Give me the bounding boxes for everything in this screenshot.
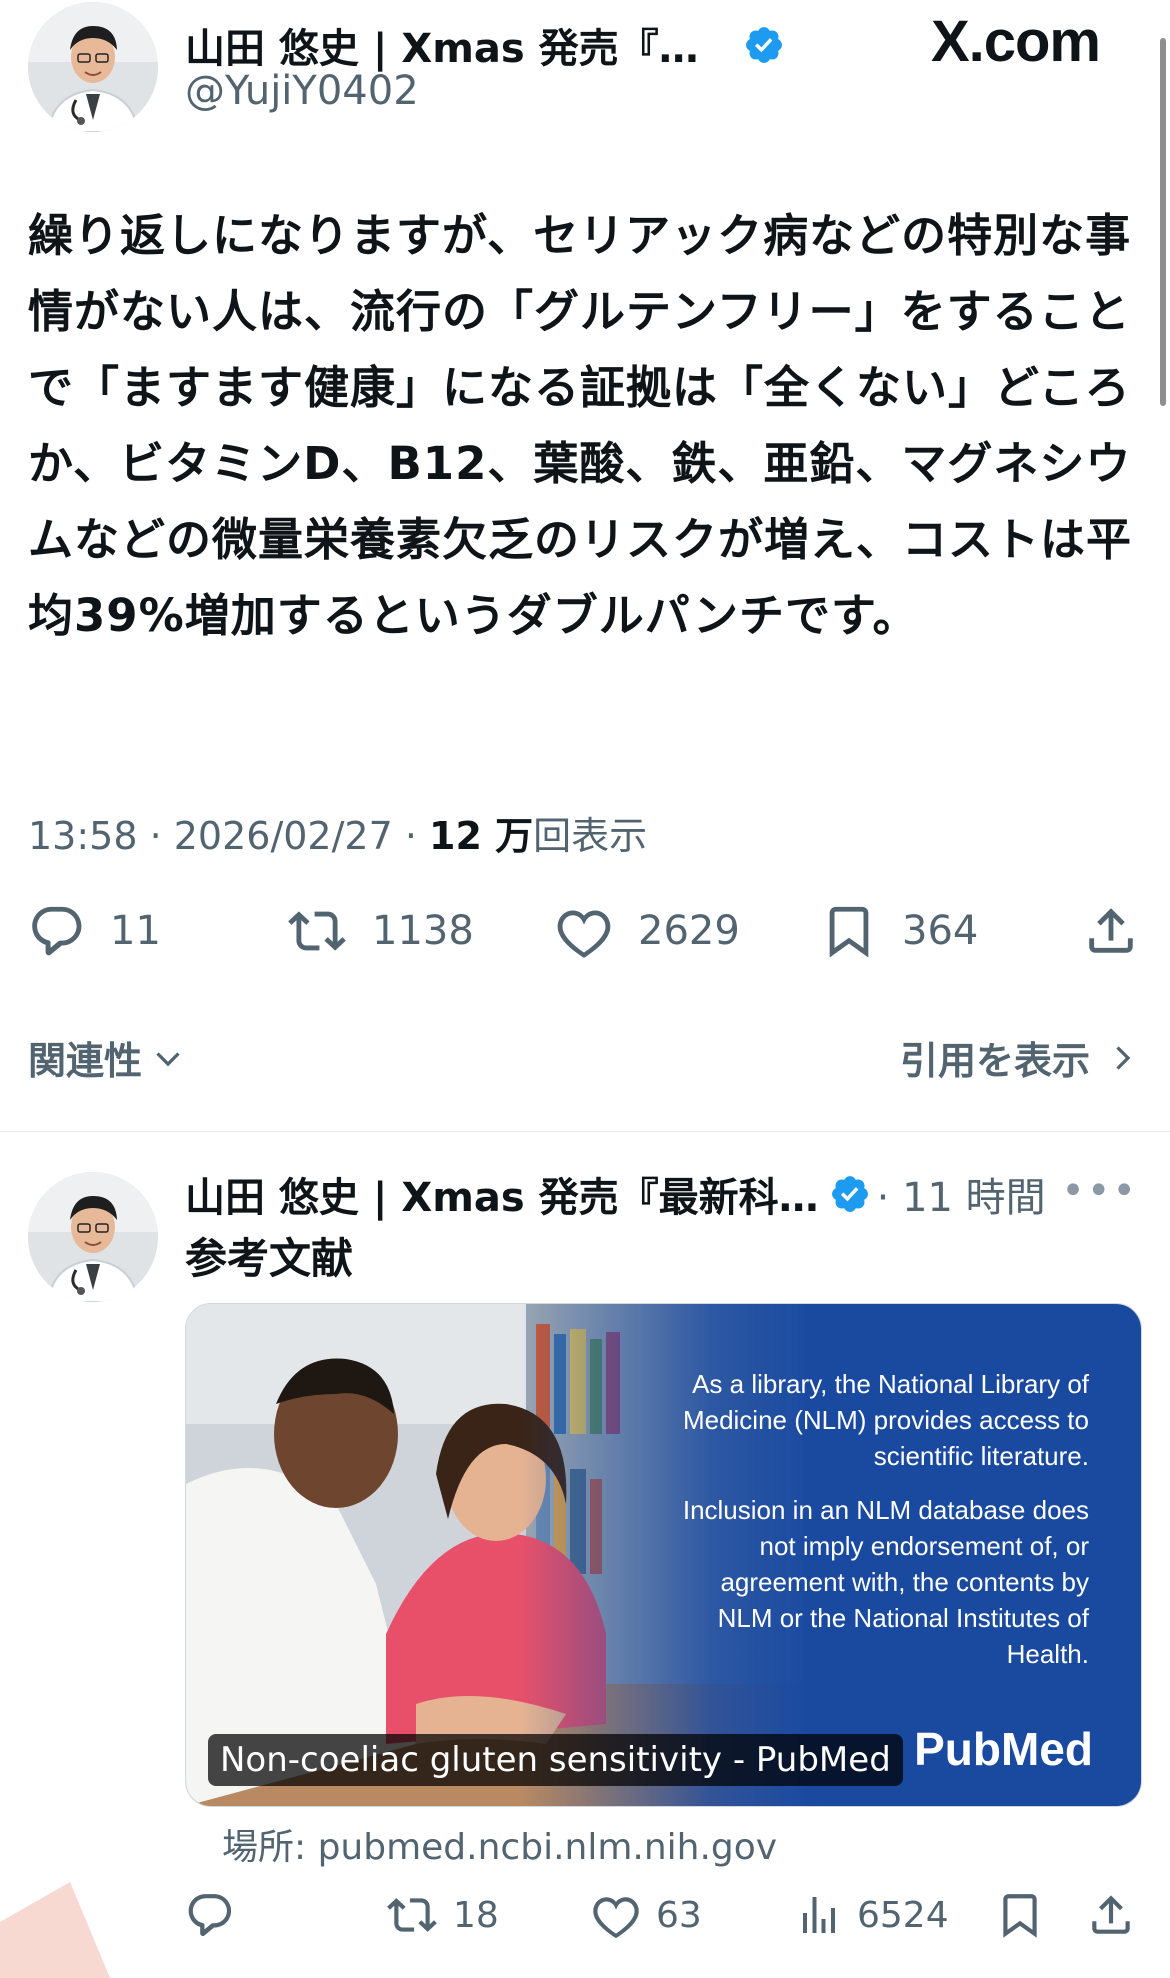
reply-retweet-button[interactable]: 18 [385, 1890, 499, 1940]
bookmark-icon [1003, 1894, 1037, 1938]
card-notice-1: As a library, the National Library of Me… [682, 1369, 1089, 1471]
tweet-timestamp[interactable]: 13:58 · 2026/02/27 · [28, 814, 429, 858]
reply-like-count: 63 [656, 1894, 702, 1936]
reply-retweet-count: 18 [453, 1894, 499, 1936]
reply-bookmark-button[interactable] [995, 1890, 1045, 1940]
verified-icon[interactable] [829, 1173, 871, 1215]
reply-button[interactable]: 11 [28, 902, 161, 960]
more-icon[interactable]: ••• [1061, 1168, 1138, 1214]
retweet-icon [387, 1898, 437, 1932]
tweet-meta: 13:58 · 2026/02/27 · 12 万回表示 [28, 805, 647, 860]
share-button[interactable] [1082, 902, 1140, 960]
reply-views-button[interactable]: 6524 [795, 1890, 949, 1940]
share-icon [1089, 908, 1133, 953]
retweet-icon [288, 911, 346, 951]
main-name-row: 山田 悠史 | Xmas 発売『最… [185, 16, 785, 74]
bookmark-icon [829, 906, 869, 958]
divider [0, 1131, 1170, 1132]
chevron-right-icon [1116, 1045, 1131, 1070]
reply-tweet-text: 参考文献 [185, 1234, 354, 1283]
card-source[interactable]: 場所: pubmed.ncbi.nlm.nih.gov [222, 1818, 777, 1870]
main-avatar[interactable] [28, 2, 158, 132]
reply-display-name[interactable]: 山田 悠史 | Xmas 発売『最新科… [185, 1165, 819, 1223]
retweet-button[interactable]: 1138 [286, 902, 474, 960]
retweet-count: 1138 [372, 908, 474, 954]
avatar-image [28, 2, 158, 132]
decorative-shape [0, 1882, 110, 1978]
views-icon [803, 1897, 835, 1933]
views-count: 12 万 [429, 814, 534, 858]
avatar-image [28, 1172, 158, 1302]
link-card[interactable]: As a library, the National Library of Me… [185, 1303, 1142, 1807]
like-icon [557, 910, 611, 958]
reply-name-row: 山田 悠史 | Xmas 発売『最新科… · 11 時間 [185, 1165, 1065, 1223]
share-icon [1092, 1895, 1130, 1934]
bookmark-button[interactable]: 364 [820, 902, 978, 960]
card-notice: As a library, the National Library of Me… [669, 1366, 1089, 1690]
card-notice-2: Inclusion in an NLM database does not im… [682, 1495, 1089, 1669]
reply-icon [32, 906, 82, 956]
reply-count: 11 [110, 908, 161, 954]
main-handle[interactable]: @YujiY0402 [185, 68, 419, 114]
views-label: 回表示 [533, 814, 648, 858]
view-quotes-link[interactable]: 引用を表示 [900, 1030, 1140, 1085]
reply-timestamp[interactable]: · 11 時間 [877, 1165, 1046, 1223]
site-logo: X.com [930, 9, 1101, 74]
reply-share-button[interactable] [1086, 1890, 1136, 1940]
bookmark-count: 364 [902, 908, 979, 954]
like-button[interactable]: 2629 [554, 902, 740, 960]
like-icon [593, 1897, 639, 1939]
relevance-label: 関連性 [28, 1039, 143, 1083]
chevron-down-icon [156, 1051, 180, 1066]
reply-icon [188, 1894, 232, 1936]
main-display-name[interactable]: 山田 悠史 | Xmas 発売『最… [185, 16, 733, 74]
sort-relevance-dropdown[interactable]: 関連性 [28, 1030, 186, 1085]
main-tweet-text: 繰り返しになりますが、セリアック病などの特別な事情がない人は、流行の「グルテンフ… [28, 209, 1133, 642]
pubmed-logo: PubMed [914, 1723, 1093, 1775]
reply-like-button[interactable]: 63 [590, 1890, 702, 1940]
view-quotes-label: 引用を表示 [899, 1039, 1090, 1083]
reply-views-count: 6524 [857, 1894, 949, 1936]
card-caption: Non-coeliac gluten sensitivity - PubMed [208, 1734, 903, 1786]
verified-icon[interactable] [743, 24, 785, 66]
scrollbar[interactable] [1160, 38, 1166, 406]
reply-avatar[interactable] [28, 1172, 158, 1302]
reply-reply-button[interactable] [185, 1890, 235, 1940]
like-count: 2629 [638, 908, 740, 954]
